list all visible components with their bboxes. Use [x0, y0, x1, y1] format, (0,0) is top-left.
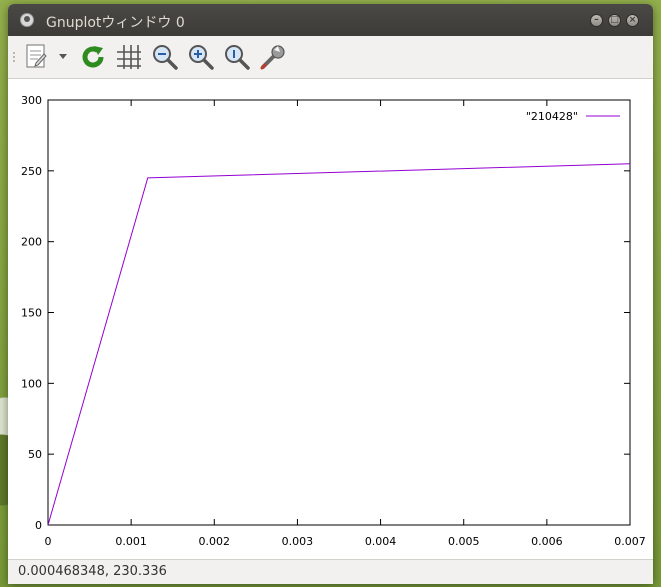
x-tick-label-5: 0.005: [448, 535, 480, 548]
y-tick-label-1: 50: [28, 448, 42, 461]
y-tick-label-5: 250: [21, 165, 42, 178]
toolbar-grip[interactable]: [12, 51, 16, 63]
dropdown-arrow-icon: [59, 54, 67, 59]
settings-wrench-icon: [260, 45, 285, 70]
toolbar: [8, 36, 653, 79]
grid-toggle-button[interactable]: [114, 42, 144, 72]
copy-options-dropdown[interactable]: [56, 42, 70, 72]
window-title: Gnuplotウィンドウ 0: [46, 15, 185, 31]
cursor-coordinates: 0.000468348, 230.336: [18, 564, 167, 579]
copy-clipboard-icon: [26, 44, 47, 68]
status-bar: 0.000468348, 230.336: [8, 559, 653, 584]
settings-button[interactable]: [258, 42, 288, 72]
gnuplot-app-icon: [20, 13, 34, 27]
y-tick-label-6: 300: [21, 94, 42, 107]
zoom-out-icon: [153, 45, 178, 70]
x-tick-label-7: 0.007: [614, 535, 646, 548]
y-tick-label-0: 0: [35, 519, 42, 532]
maximize-button[interactable]: □: [608, 14, 621, 27]
replot-icon: [82, 46, 104, 68]
line-chart: 0 0.001 0.002 0.003 0.004 0.005 0.006 0.007 0 50 1…: [21, 94, 646, 548]
zoom-in-icon: [189, 45, 214, 70]
legend-label-0: "210428": [526, 110, 578, 123]
y-tick-label-2: 100: [21, 377, 42, 390]
x-tick-label-1: 0.001: [115, 535, 147, 548]
x-tick-label-6: 0.006: [531, 535, 563, 548]
copy-clipboard-button[interactable]: [22, 42, 52, 72]
close-button[interactable]: ×: [626, 14, 639, 27]
y-tick-label-4: 200: [21, 236, 42, 249]
series-line-0: [47, 163, 631, 526]
x-tick-label-3: 0.003: [282, 535, 314, 548]
zoom-out-button[interactable]: [150, 42, 180, 72]
grid-icon: [117, 45, 141, 69]
gnuplot-window: Gnuplotウィンドウ 0 – □ × 0 0.001 0.002 0.003…: [8, 4, 653, 584]
plot-area[interactable]: 0 0.001 0.002 0.003 0.004 0.005 0.006 0.007 0 50 1…: [8, 79, 653, 559]
title-bar[interactable]: Gnuplotウィンドウ 0 – □ ×: [8, 4, 653, 36]
y-tick-label-3: 150: [21, 307, 42, 320]
zoom-reset-button[interactable]: [222, 42, 252, 72]
replot-button[interactable]: [78, 42, 108, 72]
x-tick-label-2: 0.002: [199, 535, 231, 548]
plot-border: [47, 99, 631, 526]
x-tick-label-4: 0.004: [365, 535, 397, 548]
zoom-in-button[interactable]: [186, 42, 216, 72]
minimize-button[interactable]: –: [590, 14, 603, 27]
x-tick-label-0: 0: [45, 535, 52, 548]
zoom-reset-icon: [225, 45, 250, 70]
